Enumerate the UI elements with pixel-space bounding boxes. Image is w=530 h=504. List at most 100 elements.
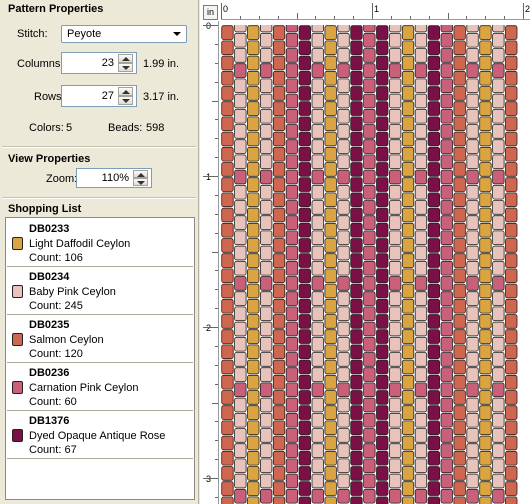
bead[interactable] <box>337 397 350 413</box>
bead[interactable] <box>505 405 518 420</box>
bead[interactable] <box>479 374 492 390</box>
bead[interactable] <box>247 207 260 223</box>
bead[interactable] <box>492 352 505 367</box>
bead[interactable] <box>505 420 518 436</box>
bead[interactable] <box>427 70 441 86</box>
bead[interactable] <box>376 177 389 192</box>
bead[interactable] <box>298 481 311 496</box>
bead[interactable] <box>427 146 441 162</box>
bead[interactable] <box>492 488 505 504</box>
bead[interactable] <box>363 93 376 109</box>
bead[interactable] <box>363 473 376 489</box>
bead[interactable] <box>479 298 492 314</box>
bead[interactable] <box>505 55 518 71</box>
bead[interactable] <box>350 177 363 192</box>
bead[interactable] <box>324 55 337 71</box>
bead[interactable] <box>247 374 260 390</box>
bead[interactable] <box>466 154 479 170</box>
zoom-down-button[interactable] <box>133 178 148 186</box>
bead[interactable] <box>427 238 441 253</box>
bead[interactable] <box>466 245 479 261</box>
bead[interactable] <box>298 162 311 177</box>
bead[interactable] <box>492 139 505 154</box>
bead[interactable] <box>298 253 311 268</box>
bead[interactable] <box>479 116 492 132</box>
bead[interactable] <box>337 154 350 170</box>
bead[interactable] <box>440 397 453 413</box>
bead[interactable] <box>221 283 234 299</box>
columns-down-button[interactable] <box>118 63 133 72</box>
bead[interactable] <box>388 488 402 504</box>
bead[interactable] <box>298 101 311 116</box>
bead[interactable] <box>311 169 324 185</box>
bead[interactable] <box>247 466 260 481</box>
bead[interactable] <box>234 428 247 443</box>
bead[interactable] <box>376 314 389 329</box>
bead[interactable] <box>234 230 247 246</box>
bead[interactable] <box>247 481 260 496</box>
bead[interactable] <box>221 374 234 390</box>
bead[interactable] <box>466 32 479 48</box>
bead[interactable] <box>505 177 518 192</box>
bead[interactable] <box>272 116 286 132</box>
bead[interactable] <box>324 40 337 56</box>
bead[interactable] <box>311 215 324 230</box>
bead[interactable] <box>414 230 428 246</box>
bead[interactable] <box>247 329 260 344</box>
bead[interactable] <box>388 458 402 474</box>
bead[interactable] <box>324 131 337 147</box>
bead[interactable] <box>324 405 337 420</box>
rows-stepper[interactable]: 27 <box>61 85 137 107</box>
bead[interactable] <box>337 93 350 109</box>
bead[interactable] <box>440 458 453 474</box>
bead[interactable] <box>260 321 273 337</box>
bead[interactable] <box>221 314 234 329</box>
bead[interactable] <box>285 184 299 200</box>
bead[interactable] <box>427 25 441 40</box>
bead[interactable] <box>337 428 350 443</box>
bead[interactable] <box>453 298 466 314</box>
bead[interactable] <box>479 146 492 162</box>
bead[interactable] <box>414 215 428 230</box>
bead[interactable] <box>324 359 337 375</box>
bead[interactable] <box>285 78 299 94</box>
bead[interactable] <box>440 382 453 398</box>
bead[interactable] <box>234 336 247 352</box>
bead[interactable] <box>427 222 441 238</box>
bead[interactable] <box>492 321 505 337</box>
bead[interactable] <box>427 192 441 208</box>
bead[interactable] <box>466 25 479 33</box>
bead[interactable] <box>453 329 466 344</box>
bead[interactable] <box>285 124 299 139</box>
bead[interactable] <box>414 200 428 215</box>
bead[interactable] <box>376 268 389 284</box>
bead[interactable] <box>260 25 273 33</box>
bead[interactable] <box>427 450 441 466</box>
bead[interactable] <box>492 473 505 489</box>
bead[interactable] <box>350 40 363 56</box>
bead[interactable] <box>427 86 441 101</box>
bead[interactable] <box>479 222 492 238</box>
bead[interactable] <box>479 268 492 284</box>
bead[interactable] <box>260 215 273 230</box>
bead[interactable] <box>388 382 402 398</box>
bead[interactable] <box>505 435 518 451</box>
bead[interactable] <box>414 245 428 261</box>
bead[interactable] <box>466 291 479 306</box>
bead[interactable] <box>414 48 428 63</box>
bead[interactable] <box>414 367 428 382</box>
bead[interactable] <box>272 25 286 40</box>
bead[interactable] <box>376 207 389 223</box>
bead[interactable] <box>479 466 492 481</box>
bead[interactable] <box>337 306 350 322</box>
bead[interactable] <box>298 25 311 40</box>
bead[interactable] <box>311 230 324 246</box>
bead[interactable] <box>453 177 466 192</box>
bead[interactable] <box>311 139 324 154</box>
bead[interactable] <box>376 481 389 496</box>
bead[interactable] <box>453 466 466 481</box>
bead[interactable] <box>453 496 466 504</box>
bead[interactable] <box>247 405 260 420</box>
bead[interactable] <box>234 184 247 200</box>
bead[interactable] <box>285 397 299 413</box>
